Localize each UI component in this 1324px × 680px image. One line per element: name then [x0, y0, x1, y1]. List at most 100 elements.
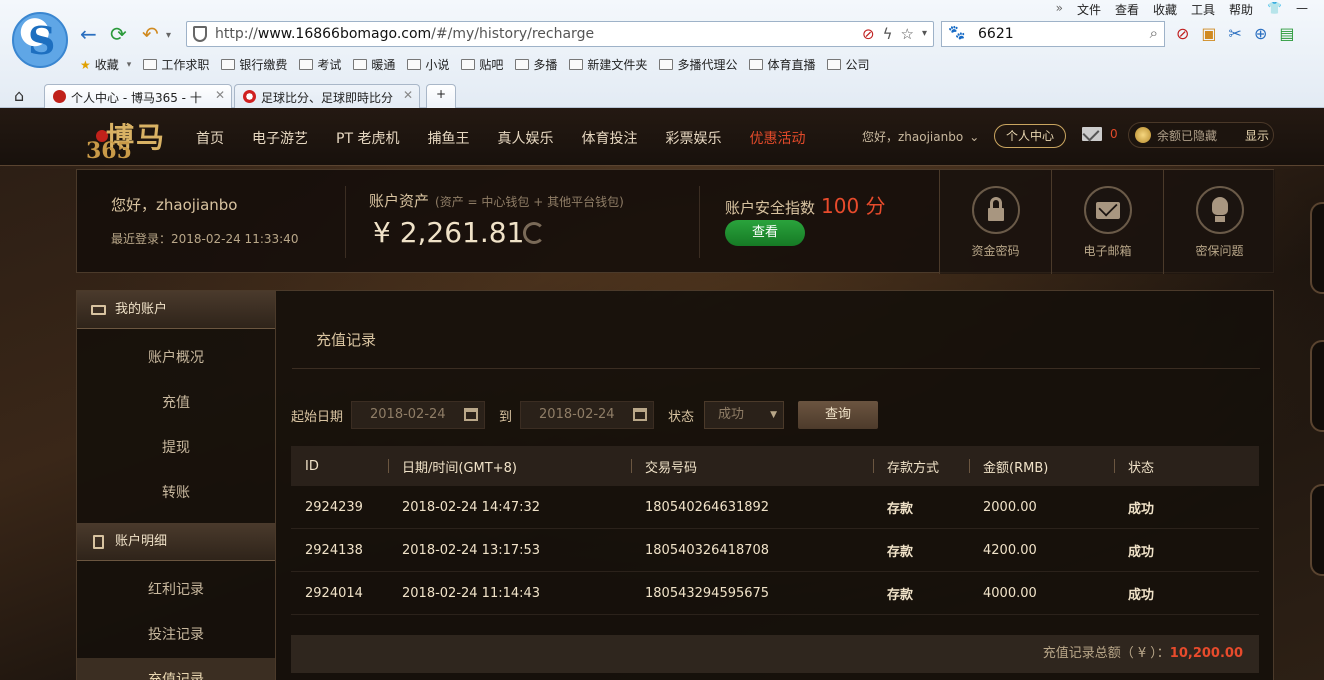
fund-password-tile[interactable]: 资金密码 — [939, 170, 1051, 274]
floating-side-panel[interactable] — [1310, 340, 1324, 432]
nav-live-casino[interactable]: 真人娱乐 — [497, 128, 553, 148]
bookmark-item[interactable]: 暖通 — [353, 56, 395, 73]
bookmark-item[interactable]: 多播 — [515, 56, 557, 73]
column-header[interactable]: 存款方式 — [873, 457, 969, 476]
column-header[interactable]: 日期/时间(GMT+8) — [388, 457, 631, 476]
bookmark-item[interactable]: 新建文件夹 — [569, 56, 647, 73]
end-date-input[interactable]: 2018-02-24 — [520, 401, 655, 429]
menu-help[interactable]: 帮助 — [1229, 1, 1253, 18]
show-balance-button[interactable]: 显示 — [1245, 127, 1269, 144]
sidebar-item-transfer[interactable]: 转账 — [77, 471, 275, 516]
menu-file[interactable]: 文件 — [1077, 1, 1101, 18]
bookmark-item[interactable]: 贴吧 — [461, 56, 503, 73]
block-icon[interactable]: ⊘ — [862, 25, 875, 43]
sidebar-item-bonus-records[interactable]: 红利记录 — [77, 568, 275, 613]
address-bar[interactable]: http://www.16866bomago.com/#/my/history/… — [186, 21, 934, 47]
column-header[interactable]: 金额(RMB) — [969, 457, 1114, 476]
search-icon[interactable]: ⌕ — [1150, 24, 1158, 42]
view-security-button[interactable]: 查看 — [725, 220, 805, 246]
screen-icon[interactable]: ▤ — [1279, 24, 1294, 43]
site: 博马 365 首页 电子游艺 PT 老虎机 捕鱼王 真人娱乐 体育投注 彩票娱乐… — [0, 108, 1324, 680]
sidebar: 我的账户 账户概况 充值 提现 转账 账户明细 红利记录 投注记录 充值记录 — [76, 290, 276, 680]
cell-method: 存款 — [887, 544, 914, 560]
scissors-icon[interactable]: ✂ — [1229, 24, 1242, 43]
bookmark-item[interactable]: 银行缴费 — [221, 56, 287, 73]
tab-account-center[interactable]: 个人中心 - 博马365 - 十 ✕ — [44, 84, 232, 108]
bookmark-item[interactable]: 多播代理公 — [659, 56, 737, 73]
calendar-icon[interactable] — [464, 408, 479, 421]
envelope-icon — [1082, 127, 1102, 141]
account-center-button[interactable]: 个人中心 — [994, 124, 1066, 148]
mail-notifications[interactable]: 0 — [1082, 127, 1118, 141]
nav-home[interactable]: 首页 — [196, 128, 224, 148]
start-date-input[interactable]: 2018-02-24 — [351, 401, 486, 429]
balance-hidden-text: 余额已隐藏 — [1157, 128, 1218, 143]
browser-logo-icon[interactable]: S — [12, 12, 68, 68]
search-input[interactable]: 6621 — [978, 26, 1014, 42]
bookmark-item[interactable]: 公司 — [827, 56, 869, 73]
nav-promotions[interactable]: 优惠活动 — [749, 128, 805, 148]
adblock-icon[interactable]: ⊘ — [1176, 24, 1189, 43]
nav-electronic-games[interactable]: 电子游艺 — [252, 128, 308, 148]
status-select[interactable]: 成功 ▼ — [704, 401, 785, 429]
menu-favorites[interactable]: 收藏 — [1153, 1, 1177, 18]
sidebar-item-bet-records[interactable]: 投注记录 — [77, 613, 275, 658]
nav-fishing[interactable]: 捕鱼王 — [427, 128, 469, 148]
refresh-icon[interactable] — [523, 222, 545, 244]
floating-side-panel[interactable] — [1310, 202, 1324, 294]
calendar-icon[interactable] — [633, 408, 648, 421]
sidebar-item-withdraw[interactable]: 提现 — [77, 426, 275, 471]
star-icon[interactable]: ☆ — [901, 25, 914, 43]
bookmark-item[interactable]: 工作求职 — [143, 56, 209, 73]
translate-icon[interactable]: ⊕ — [1254, 24, 1267, 43]
security-question-tile[interactable]: 密保问题 — [1163, 170, 1275, 274]
chevron-down-icon: ⌄ — [969, 130, 980, 144]
menu-tools[interactable]: 工具 — [1191, 1, 1215, 18]
bookmark-favorites[interactable]: ★ 收藏 ▾ — [80, 56, 131, 73]
menu-view[interactable]: 查看 — [1115, 1, 1139, 18]
tab-football-scores[interactable]: 足球比分、足球即時比分 ✕ — [234, 84, 420, 108]
bookmark-item[interactable]: 考试 — [299, 56, 341, 73]
clip-icon[interactable]: ▣ — [1201, 24, 1216, 43]
nav-pt-slots[interactable]: PT 老虎机 — [336, 128, 399, 148]
chevron-down-icon[interactable]: ▾ — [166, 30, 171, 41]
close-icon[interactable]: ✕ — [215, 88, 225, 102]
minimize-icon[interactable]: — — [1296, 1, 1308, 18]
page-title: 充值记录 — [316, 331, 377, 349]
query-button[interactable]: 查询 — [798, 401, 879, 429]
column-header[interactable]: ID — [291, 459, 388, 474]
back-icon[interactable]: ← — [80, 22, 97, 46]
sidebar-item-overview[interactable]: 账户概况 — [77, 336, 275, 381]
bookmark-item[interactable]: 体育直播 — [749, 56, 815, 73]
nav-sports[interactable]: 体育投注 — [581, 128, 637, 148]
new-tab-button[interactable]: + — [426, 84, 456, 108]
chevron-down-icon[interactable]: ▾ — [922, 28, 927, 43]
site-logo[interactable]: 博马 365 — [80, 116, 190, 164]
lightning-icon[interactable]: ϟ — [883, 25, 893, 43]
search-box[interactable]: 🐾 6621 ⌕ — [941, 21, 1165, 47]
chevron-double-right-icon[interactable]: » — [1056, 1, 1063, 18]
user-menu[interactable]: 您好，zhaojianbo ⌄ — [862, 128, 979, 145]
column-header[interactable]: 状态 — [1114, 457, 1259, 476]
sidebar-item-deposit-records[interactable]: 充值记录 — [77, 658, 275, 680]
undo-icon[interactable]: ↶ — [142, 22, 159, 46]
table-row: 2924239 2018-02-24 14:47:32 180540264631… — [291, 486, 1259, 529]
lock-icon — [972, 186, 1020, 234]
email-tile[interactable]: 电子邮箱 — [1051, 170, 1163, 274]
address-url[interactable]: http://www.16866bomago.com/#/my/history/… — [215, 26, 594, 42]
filter-bar: 起始日期 2018-02-24 到 2018-02-24 状态 成功 ▼ 查询 — [291, 401, 879, 429]
floating-side-panel[interactable] — [1310, 484, 1324, 576]
cell-id: 2924239 — [305, 499, 363, 515]
table-row: 2924014 2018-02-24 11:14:43 180543294595… — [291, 572, 1259, 615]
close-icon[interactable]: ✕ — [403, 88, 413, 102]
cell-datetime: 2018-02-24 14:47:32 — [402, 499, 541, 515]
divider — [292, 368, 1260, 369]
refresh-icon[interactable]: ⟳ — [110, 22, 127, 46]
column-header[interactable]: 交易号码 — [631, 457, 873, 476]
shirt-icon[interactable]: 👕 — [1267, 1, 1282, 18]
bookmark-item[interactable]: 小说 — [407, 56, 449, 73]
folder-icon — [461, 59, 476, 70]
browser-menu: » 文件 查看 收藏 工具 帮助 👕 — — [1056, 1, 1308, 18]
nav-lottery[interactable]: 彩票娱乐 — [665, 128, 721, 148]
sidebar-item-deposit[interactable]: 充值 — [77, 381, 275, 426]
